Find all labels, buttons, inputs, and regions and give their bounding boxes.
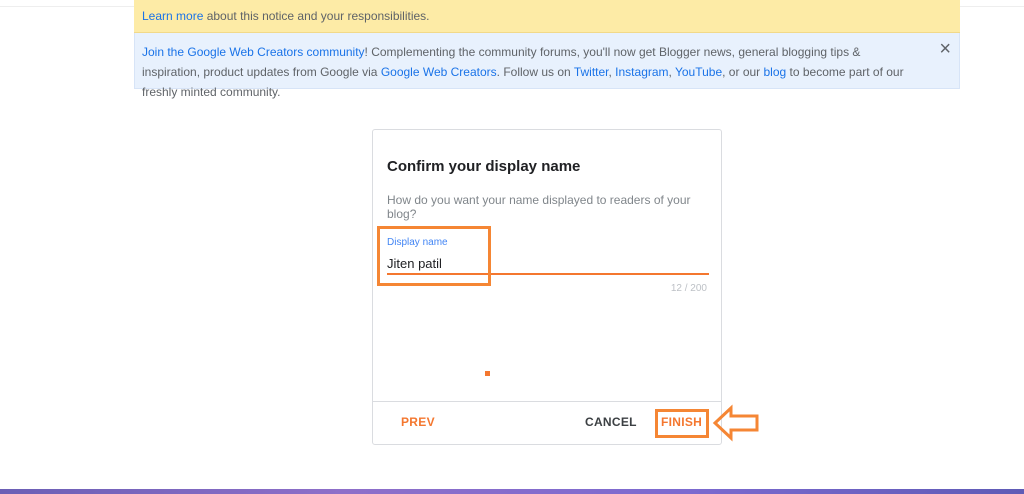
loading-indicator <box>485 371 490 376</box>
annotation-highlight-box <box>377 226 491 286</box>
annotation-arrow-icon <box>712 404 759 442</box>
policy-notice-banner: Learn more about this notice and your re… <box>134 0 960 33</box>
close-icon[interactable]: × <box>939 39 951 59</box>
taskbar-strip <box>0 489 1024 494</box>
instagram-link[interactable]: Instagram <box>615 65 668 79</box>
notice-text: about this notice and your responsibilit… <box>203 9 430 23</box>
display-name-dialog: Confirm your display name How do you wan… <box>372 129 722 445</box>
prev-button[interactable]: PREV <box>401 415 435 429</box>
youtube-link[interactable]: YouTube <box>675 65 722 79</box>
cancel-button[interactable]: CANCEL <box>585 415 637 429</box>
community-text: . Follow us on <box>496 65 574 79</box>
join-community-link[interactable]: Join the Google Web Creators community <box>142 45 365 59</box>
character-counter: 12 / 200 <box>670 283 707 294</box>
google-web-creators-link[interactable]: Google Web Creators <box>381 65 497 79</box>
dialog-title: Confirm your display name <box>387 158 581 175</box>
blog-link[interactable]: blog <box>764 65 787 79</box>
learn-more-link[interactable]: Learn more <box>142 9 203 23</box>
dialog-subtitle: How do you want your name displayed to r… <box>387 193 691 221</box>
annotation-finish-box <box>655 409 709 438</box>
community-notice-banner: Join the Google Web Creators community! … <box>134 33 960 99</box>
twitter-link[interactable]: Twitter <box>574 65 609 79</box>
community-text: , or our <box>722 65 764 79</box>
